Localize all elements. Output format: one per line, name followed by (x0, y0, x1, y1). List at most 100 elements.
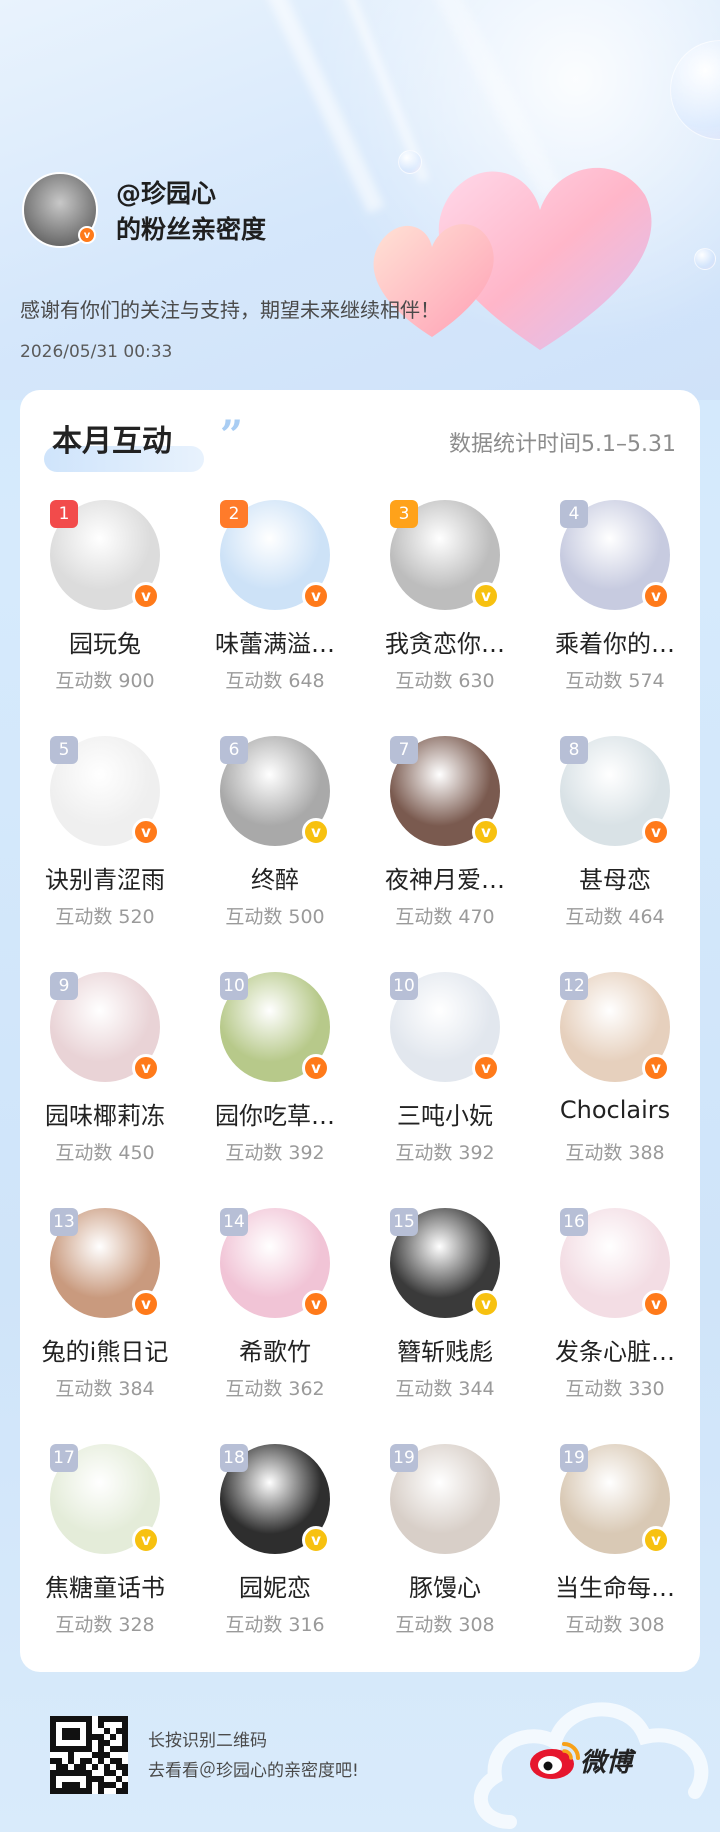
fan-name[interactable]: 味蕾满溢… (190, 624, 360, 659)
fan-item[interactable]: 10 v 园你吃草… 互动数 392 (190, 972, 360, 1208)
fan-name[interactable]: 诀别青涩雨 (20, 860, 190, 895)
qr-cta: 去看看＠珍园心的亲密度吧! (148, 1761, 359, 1781)
fan-item[interactable]: 19 豚馒心互动数 308 (360, 1444, 530, 1680)
rank-badge: 17 (50, 1444, 78, 1472)
fan-name[interactable]: 园玩兔 (20, 624, 190, 659)
bubble-decoration (398, 150, 422, 174)
verified-badge-icon: v (132, 582, 160, 610)
rank-badge: 19 (560, 1444, 588, 1472)
rank-badge: 19 (390, 1444, 418, 1472)
fan-item[interactable]: 16 v 发条心脏… 互动数 330 (530, 1208, 700, 1444)
verified-badge-icon: v (642, 1290, 670, 1318)
interaction-count: 互动数 308 (395, 1614, 495, 1636)
rank-badge: 12 (560, 972, 588, 1000)
fan-name[interactable]: 夜神月爱… (360, 860, 530, 895)
verified-badge-icon: v (132, 1290, 160, 1318)
verified-badge-icon: v (472, 818, 500, 846)
verified-badge-icon: v (642, 1526, 670, 1554)
fan-name[interactable]: Choclairs (530, 1096, 700, 1124)
rank-badge: 10 (220, 972, 248, 1000)
interaction-count: 互动数 500 (225, 906, 325, 928)
rank-badge: 7 (390, 736, 418, 764)
fan-item[interactable]: 13 v 兔的i熊日记互动数 384 (20, 1208, 190, 1444)
fan-item[interactable]: 5 v 诀别青涩雨 互动数 520 (20, 736, 190, 972)
fan-item[interactable]: 2 v 味蕾满溢… 互动数 648 (190, 500, 360, 736)
rank-badge: 1 (50, 500, 78, 528)
verified-badge-icon: v (472, 1290, 500, 1318)
thanks-message: 感谢有你们的关注与支持，期望未来继续相伴！ (20, 298, 440, 322)
verified-badge-icon: v (302, 1054, 330, 1082)
rank-badge: 14 (220, 1208, 248, 1236)
verified-badge-icon: v (302, 582, 330, 610)
fan-name[interactable]: 三吨小妧 (360, 1096, 530, 1131)
interaction-count: 互动数 574 (565, 670, 665, 692)
interaction-count: 互动数 388 (565, 1142, 665, 1164)
verified-badge-icon: v (132, 1054, 160, 1082)
interaction-count: 互动数 330 (565, 1378, 665, 1400)
rank-badge: 6 (220, 736, 248, 764)
fan-item[interactable]: 8 v 甚母恋互动数 464 (530, 736, 700, 972)
rank-badge: 9 (50, 972, 78, 1000)
stat-range: 数据统计时间5.1–5.31 (449, 432, 676, 457)
verified-badge-icon: v (472, 1054, 500, 1082)
qr-code[interactable] (50, 1716, 128, 1794)
interaction-count: 互动数 520 (55, 906, 155, 928)
rank-badge: 15 (390, 1208, 418, 1236)
fan-item[interactable]: 4 v 乘着你的… 互动数 574 (530, 500, 700, 736)
fan-name[interactable]: 终醉 (190, 860, 360, 895)
fan-item[interactable]: 18 v 园妮恋 互动数 316 (190, 1444, 360, 1680)
fan-item[interactable]: 10 v 三吨小妧 互动数 392 (360, 972, 530, 1208)
rank-badge: 13 (50, 1208, 78, 1236)
fan-name[interactable]: 兔的i熊日记 (20, 1332, 190, 1367)
fan-item[interactable]: 12 v Choclairs 互动数 388 (530, 972, 700, 1208)
verified-badge-icon: v (642, 582, 670, 610)
fan-item[interactable]: 17 v 焦糖童话书互动数 328 (20, 1444, 190, 1680)
fan-name[interactable]: 甚母恋 (530, 860, 700, 895)
fan-item[interactable]: 7 v 夜神月爱… 互动数 470 (360, 736, 530, 972)
fan-item[interactable]: 9 v 园味椰莉冻互动数 450 (20, 972, 190, 1208)
fan-name[interactable]: 当生命每… (530, 1568, 700, 1603)
fan-item[interactable]: 3 v 我贪恋你… 互动数 630 (360, 500, 530, 736)
fan-name[interactable]: 豚馒心 (360, 1568, 530, 1603)
interaction-count: 互动数 316 (225, 1614, 325, 1636)
fan-name[interactable]: 园味椰莉冻 (20, 1096, 190, 1131)
interaction-count: 互动数 900 (55, 670, 155, 692)
fan-item[interactable]: 19 v 当生命每… 互动数 308 (530, 1444, 700, 1680)
qr-hint: 长按识别二维码 (148, 1731, 267, 1751)
fan-name[interactable]: 希歌竹 (190, 1332, 360, 1367)
user-handle[interactable]: @珍园心 (116, 176, 266, 212)
interaction-count: 互动数 464 (565, 906, 665, 928)
interaction-count: 互动数 450 (55, 1142, 155, 1164)
fan-name[interactable]: 焦糖童话书 (20, 1568, 190, 1603)
hero-banner: v @珍园心 的粉丝亲密度 感谢有你们的关注与支持，期望未来继续相伴！ 2026… (0, 0, 720, 400)
fan-name[interactable]: 乘着你的… (530, 624, 700, 659)
fan-name[interactable]: 簪斩贱彪 (360, 1332, 530, 1367)
interaction-count: 互动数 328 (55, 1614, 155, 1636)
bubble-decoration (670, 40, 720, 140)
verified-badge-icon: v (132, 1526, 160, 1554)
verified-badge-icon: v (472, 582, 500, 610)
interaction-count: 互动数 384 (55, 1378, 155, 1400)
rank-badge: 8 (560, 736, 588, 764)
page-subtitle: 的粉丝亲密度 (116, 215, 267, 244)
verified-badge-icon: v (78, 226, 96, 244)
rank-badge: 16 (560, 1208, 588, 1236)
fan-item[interactable]: 15 v 簪斩贱彪 互动数 344 (360, 1208, 530, 1444)
fan-item[interactable]: 1 v 园玩兔互动数 900 (20, 500, 190, 736)
verified-badge-icon: v (132, 818, 160, 846)
fan-item[interactable]: 14 v 希歌竹 互动数 362 (190, 1208, 360, 1444)
interaction-count: 互动数 308 (565, 1614, 665, 1636)
fan-name[interactable]: 发条心脏… (530, 1332, 700, 1367)
interaction-count: 互动数 630 (395, 670, 495, 692)
verified-badge-icon: v (642, 818, 670, 846)
page-title: @珍园心 的粉丝亲密度 (116, 176, 266, 248)
rank-badge: 18 (220, 1444, 248, 1472)
fan-name[interactable]: 园你吃草… (190, 1096, 360, 1131)
fan-name[interactable]: 园妮恋 (190, 1568, 360, 1603)
verified-badge-icon: v (642, 1054, 670, 1082)
rank-badge: 3 (390, 500, 418, 528)
fan-name[interactable]: 我贪恋你… (360, 624, 530, 659)
interaction-count: 互动数 392 (395, 1142, 495, 1164)
fan-item[interactable]: 6 v 终醉 互动数 500 (190, 736, 360, 972)
timestamp: 2026/05/31 00:33 (20, 342, 173, 362)
